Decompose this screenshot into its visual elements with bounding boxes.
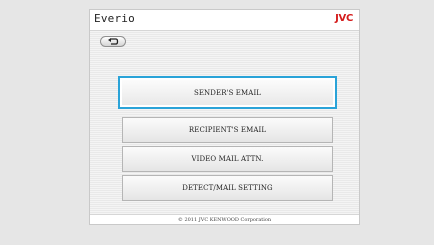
app-title: Everio <box>94 12 135 25</box>
header-bar: Everio JVC <box>90 10 359 31</box>
back-arrow-icon <box>107 38 119 45</box>
footer: © 2011 JVC KENWOOD Corporation <box>90 214 359 224</box>
video-mail-attn-button[interactable]: VIDEO MAIL ATTN. <box>122 146 333 172</box>
menu-panel: SENDER'S EMAIL RECIPIENT'S EMAIL VIDEO M… <box>90 31 359 215</box>
video-mail-attn-label: VIDEO MAIL ATTN. <box>191 155 264 163</box>
recipients-email-label: RECIPIENT'S EMAIL <box>188 126 267 134</box>
senders-email-label: SENDER'S EMAIL <box>193 88 262 97</box>
recipients-email-button[interactable]: RECIPIENT'S EMAIL <box>122 117 333 143</box>
back-button[interactable] <box>100 36 126 47</box>
app-window: Everio JVC SENDER'S EMAIL RECIPIENT'S EM… <box>89 9 360 225</box>
detect-mail-setting-label: DETECT/MAIL SETTING <box>182 184 273 192</box>
copyright-text: © 2011 JVC KENWOOD Corporation <box>177 216 272 223</box>
detect-mail-setting-button[interactable]: DETECT/MAIL SETTING <box>122 175 333 201</box>
senders-email-button[interactable]: SENDER'S EMAIL <box>118 76 337 109</box>
jvc-logo: JVC <box>335 13 353 24</box>
